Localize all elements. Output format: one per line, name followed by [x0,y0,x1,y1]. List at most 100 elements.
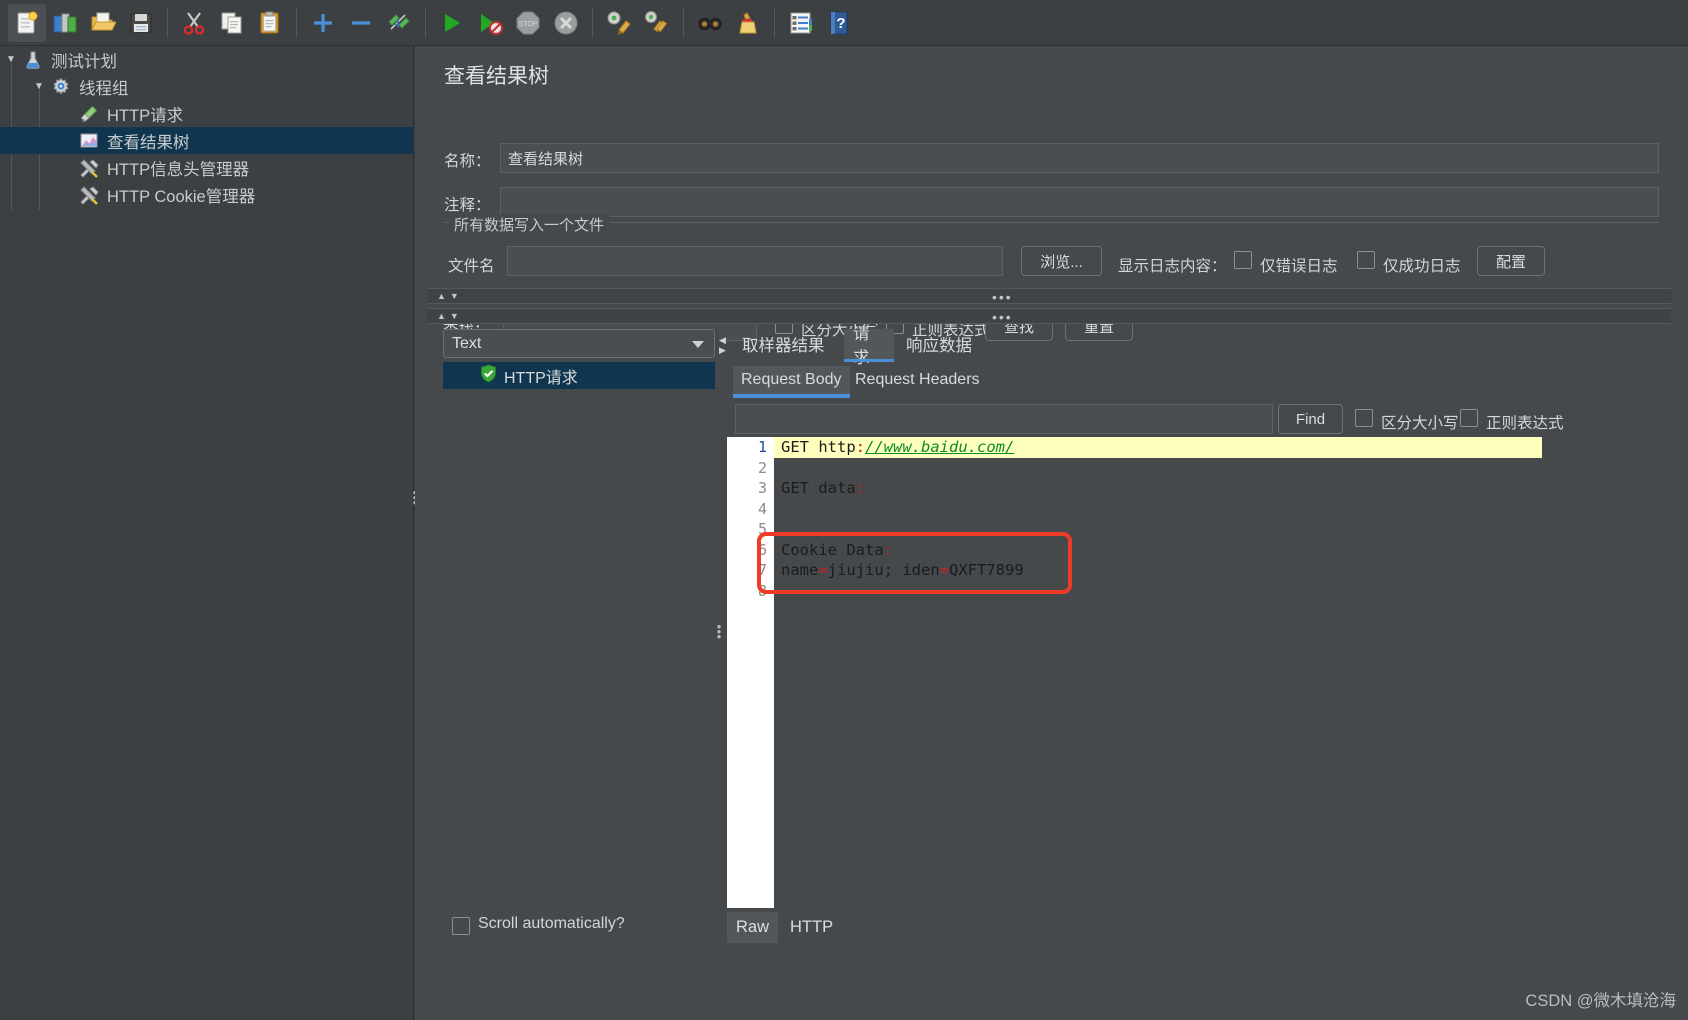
toolbar-divider [167,7,168,38]
toolbar-divider-5 [683,7,684,38]
toggle-enable-icon[interactable] [380,4,418,42]
scroll-automatically-checkbox[interactable] [452,917,470,935]
subtab-request-headers[interactable]: Request Headers [847,366,988,394]
code-line[interactable]: Cookie Data: [774,540,1542,561]
view-mode-tabs[interactable]: Raw HTTP [727,908,1688,946]
stop-icon[interactable]: STOP [509,4,547,42]
result-tabs[interactable]: 取样器结果 请求 响应数据 [727,325,1688,367]
chevron-down-icon-2[interactable]: ▼ [30,81,48,92]
code-token: jiujiu; iden [827,561,940,579]
chevron-down-icon-select[interactable] [692,341,704,348]
start-no-pauses-icon[interactable] [471,4,509,42]
code-case-sensitive-label: 区分大小写 [1381,415,1459,432]
successes-only-checkbox[interactable] [1357,251,1375,269]
sidebar-item-test-plan[interactable]: ▼ 测试计划 [0,46,413,73]
subtab-request-body[interactable]: Request Body [733,366,850,398]
code-line[interactable] [774,499,1542,520]
collapse-all-icon[interactable] [342,4,380,42]
line-number: 7 [757,561,767,579]
cut-icon[interactable] [175,4,213,42]
code-line[interactable]: GET http://www.baidu.com/ [774,437,1542,458]
sidebar-item-http-request[interactable]: HTTP请求 [0,100,413,127]
splitter-upper[interactable]: ▲▼ ••• [427,288,1671,304]
search-icon[interactable] [691,4,729,42]
toolbar-divider-3 [425,7,426,38]
code-token: Cookie Data [781,540,884,559]
filename-input[interactable] [507,246,1003,276]
file-group-border-left [443,222,1659,223]
tab-sampler-result[interactable]: 取样器结果 [733,329,843,359]
clear-icon[interactable] [600,4,638,42]
list-item[interactable]: HTTP请求 [443,362,715,389]
splitter-arrows[interactable]: ▲▼ [437,291,463,301]
watermark: CSDN @微木填沧海 [1525,992,1676,1010]
line-number: 2 [757,458,767,477]
cookie-manager-icon [76,184,102,206]
sample-result-tree[interactable]: HTTP请求 [443,362,715,932]
code-token: QXFT7899 [949,561,1024,579]
expand-all-icon[interactable] [304,4,342,42]
tab-http[interactable]: HTTP [781,912,842,943]
browse-button[interactable]: 浏览... [1021,246,1102,276]
code-token: : [855,479,865,497]
code-line[interactable] [774,519,1542,540]
name-input[interactable]: 查看结果树 [500,143,1659,173]
page-title: 查看结果树 [444,65,549,88]
request-body-viewer[interactable]: 12345678 GET http://www.baidu.com/ GET d… [727,437,1542,908]
http-request-icon [76,103,102,125]
templates-icon[interactable] [46,4,84,42]
code-line[interactable] [774,581,1542,602]
save-icon[interactable] [122,4,160,42]
comment-input[interactable] [500,187,1659,217]
code-find-button[interactable]: Find [1278,404,1343,434]
paste-icon[interactable] [251,4,289,42]
start-icon[interactable] [433,4,471,42]
tab-raw[interactable]: Raw [727,911,779,943]
code-line[interactable] [774,458,1542,479]
function-helper-icon[interactable] [782,4,820,42]
code-find-input[interactable] [735,404,1273,434]
sidebar-item-cookie-manager[interactable]: HTTP Cookie管理器 [0,181,413,208]
successes-only-label: 仅成功日志 [1383,258,1461,275]
svg-text:STOP: STOP [519,21,538,28]
toolbar-divider-6 [774,7,775,38]
main-toolbar: STOP ? [0,0,1688,46]
code-regex-checkbox[interactable] [1460,409,1478,427]
sidebar-item-thread-group[interactable]: ▼ 线程组 [0,73,413,100]
configure-button[interactable]: 配置 [1477,246,1545,276]
code-line[interactable]: name=jiujiu; iden=QXFT7899 [774,560,1542,581]
code-token: // [865,438,884,456]
sidebar-item-header-manager[interactable]: HTTP信息头管理器 [0,154,413,181]
code-line[interactable]: GET data: [774,478,1542,499]
test-plan-tree[interactable]: ▼ 测试计划 ▼ 线程组 HTTP请求 查看结果树 HTTP信息头管理器 HTT… [0,46,414,1020]
reset-search-icon[interactable] [729,4,767,42]
filename-label: 文件名 [448,258,495,275]
code-regex-label: 正则表达式 [1486,415,1564,432]
new-icon[interactable] [8,3,46,42]
splitter-arrows-2[interactable]: ▲▼ [437,311,463,321]
code-case-sensitive-checkbox[interactable] [1355,409,1373,427]
copy-icon[interactable] [213,4,251,42]
open-icon[interactable] [84,4,122,42]
success-icon [479,363,498,388]
code-content[interactable]: GET http://www.baidu.com/ GET data: Cook… [774,437,1542,908]
tab-request[interactable]: 请求 [844,325,894,367]
comment-label: 注释： [444,197,491,214]
splitter-lower[interactable]: ▲▼ ••• [427,308,1671,324]
help-icon[interactable]: ? [820,4,858,42]
tab-response-data[interactable]: 响应数据 [897,329,983,359]
errors-only-label: 仅错误日志 [1260,258,1338,275]
chevron-down-icon[interactable]: ▼ [2,54,20,65]
errors-only-checkbox[interactable] [1234,251,1252,269]
request-subtabs[interactable]: Request Body Request Headers [727,366,1688,398]
svg-text:?: ? [836,15,845,32]
shutdown-icon[interactable] [547,4,585,42]
scroll-automatically-label: Scroll automatically? [478,915,625,932]
sidebar-item-view-results-tree[interactable]: 查看结果树 [0,127,413,154]
file-group-title: 所有数据写入一个文件 [449,214,610,235]
renderer-select[interactable]: Text [443,329,715,358]
code-token: GET http [781,438,856,456]
clear-all-icon[interactable] [638,4,676,42]
code-token: = [818,561,828,579]
results-splitter-grip[interactable]: • • • [715,620,723,643]
